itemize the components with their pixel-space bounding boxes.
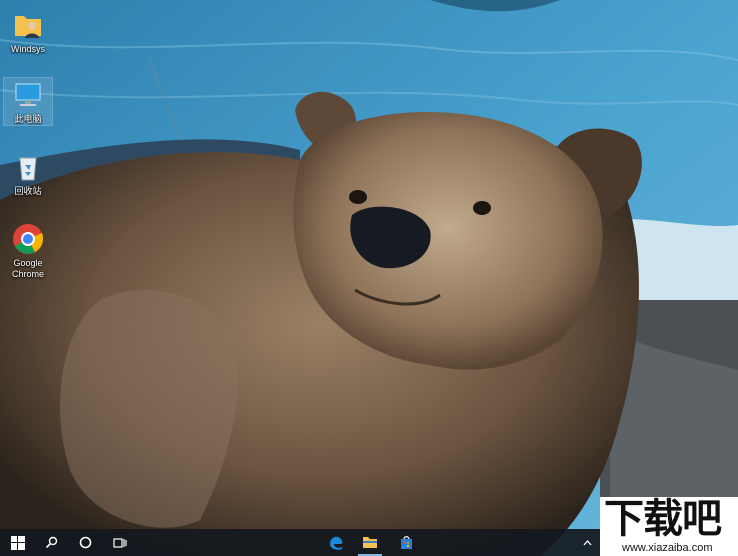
desktop-icon-user-folder[interactable]: Windsys (4, 8, 52, 55)
store-icon (400, 536, 412, 549)
edge-button[interactable] (324, 529, 348, 556)
task-view-icon (113, 537, 127, 548)
cortana-button[interactable] (74, 529, 96, 556)
search-button[interactable] (40, 529, 62, 556)
edge-icon (330, 536, 343, 550)
watermark-url: www.xiazaiba.com (622, 542, 713, 554)
desktop-wallpaper (0, 0, 738, 556)
user-folder-icon (15, 16, 41, 38)
start-button[interactable] (6, 529, 30, 556)
desktop-icon-this-pc[interactable]: 此电脑 (3, 77, 53, 126)
file-explorer-button[interactable] (358, 529, 382, 556)
show-hidden-icons-button[interactable] (580, 529, 594, 556)
watermark-title: 下载吧 (604, 496, 722, 542)
search-icon (45, 536, 57, 549)
file-explorer-icon (363, 536, 377, 548)
desktop-icon-label: Google Chrome (11, 258, 44, 279)
desktop-icon-recycle-bin[interactable]: 回收站 (4, 150, 52, 197)
start-icon (11, 535, 25, 550)
recycle-bin-icon (19, 157, 37, 181)
desktop-icon-label: Windsys (10, 44, 45, 54)
desktop-icon-label: 回收站 (14, 186, 42, 196)
task-view-button[interactable] (108, 529, 132, 556)
this-pc-icon (15, 83, 41, 106)
store-button[interactable] (394, 529, 418, 556)
chevron-up-icon (583, 539, 591, 545)
desktop-icon-label: 此电脑 (14, 114, 42, 124)
watermark: 下载吧 www.xiazaiba.com (600, 497, 738, 556)
cortana-icon (79, 536, 91, 549)
chrome-icon (13, 224, 44, 254)
desktop-icon-chrome[interactable]: Google Chrome (4, 222, 52, 280)
